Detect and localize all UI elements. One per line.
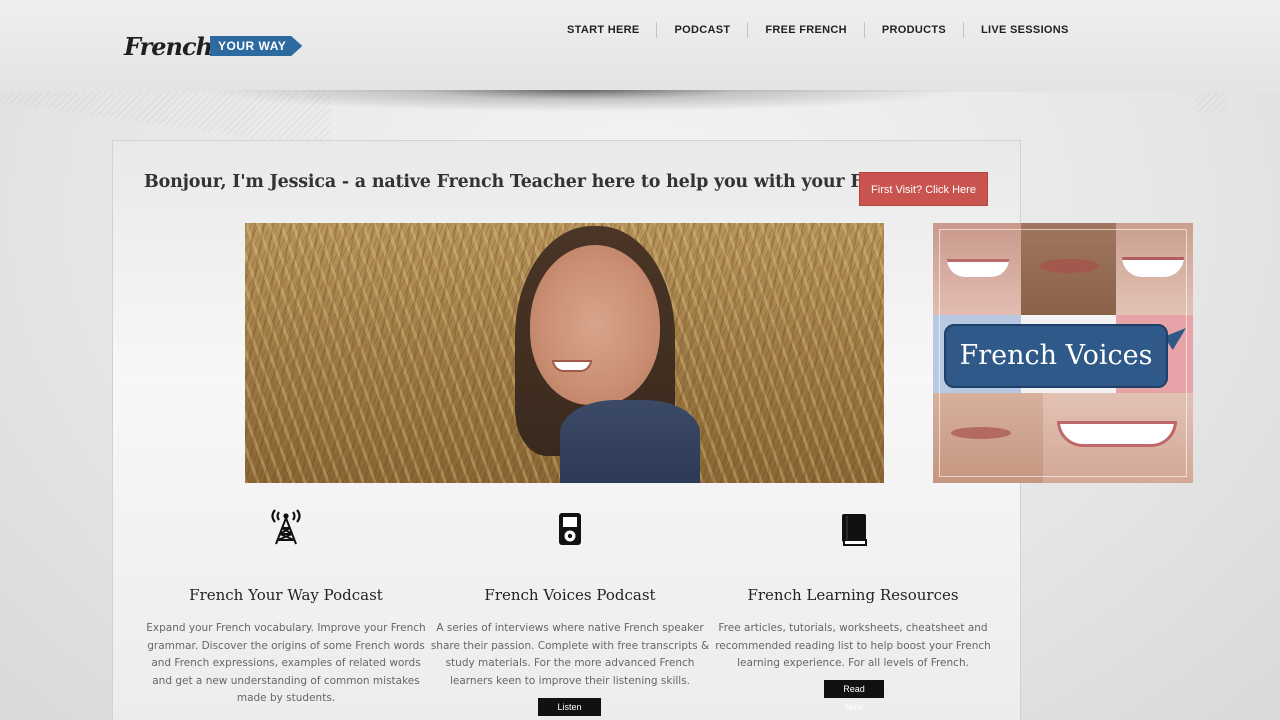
feature-title-resources[interactable]: French Learning Resources (708, 586, 998, 604)
book-icon (840, 513, 868, 551)
radio-tower-icon (268, 506, 304, 550)
logo-ribbon-text: YOUR WAY (210, 36, 303, 56)
feature-desc-podcast: Expand your French vocabulary. Improve y… (146, 622, 426, 704)
read-now-button[interactable]: Read Now (824, 680, 884, 712)
nav-item-products[interactable]: PRODUCTS (865, 22, 965, 38)
feature-desc-resources: Free articles, tutorials, worksheets, ch… (715, 622, 991, 669)
hero-photo-face (530, 245, 660, 405)
hero-photo (245, 223, 884, 483)
site-logo[interactable]: French YOUR WAY (124, 30, 303, 62)
hero-photo-smile (552, 360, 592, 372)
nav-item-start-here[interactable]: START HERE (550, 22, 658, 38)
intro-greeting: Bonjour, I'm Jessica - a native French T… (144, 172, 924, 192)
ad-title: French Voices (944, 324, 1168, 388)
nav-item-podcast[interactable]: PODCAST (657, 22, 749, 38)
feature-title-voices[interactable]: French Voices Podcast (425, 586, 715, 604)
feature-desc-voices: A series of interviews where native Fren… (430, 622, 710, 687)
hero-photo-shoulder (560, 400, 700, 483)
header-shadow (200, 90, 960, 112)
site-header: French YOUR WAY START HERE PODCAST FREE … (0, 0, 1280, 92)
nav-item-live-sessions[interactable]: LIVE SESSIONS (964, 22, 1086, 38)
first-visit-button[interactable]: First Visit? Click Here (859, 172, 988, 206)
main-nav: START HERE PODCAST FREE FRENCH PRODUCTS … (550, 22, 1086, 38)
listen-now-button[interactable]: Listen Now (538, 698, 601, 716)
feature-title-podcast[interactable]: French Your Way Podcast (141, 586, 431, 604)
decorative-stripes-right (1196, 92, 1226, 112)
logo-script-text: French (124, 31, 213, 61)
nav-item-free-french[interactable]: FREE FRENCH (748, 22, 865, 38)
ipod-icon (558, 512, 582, 550)
